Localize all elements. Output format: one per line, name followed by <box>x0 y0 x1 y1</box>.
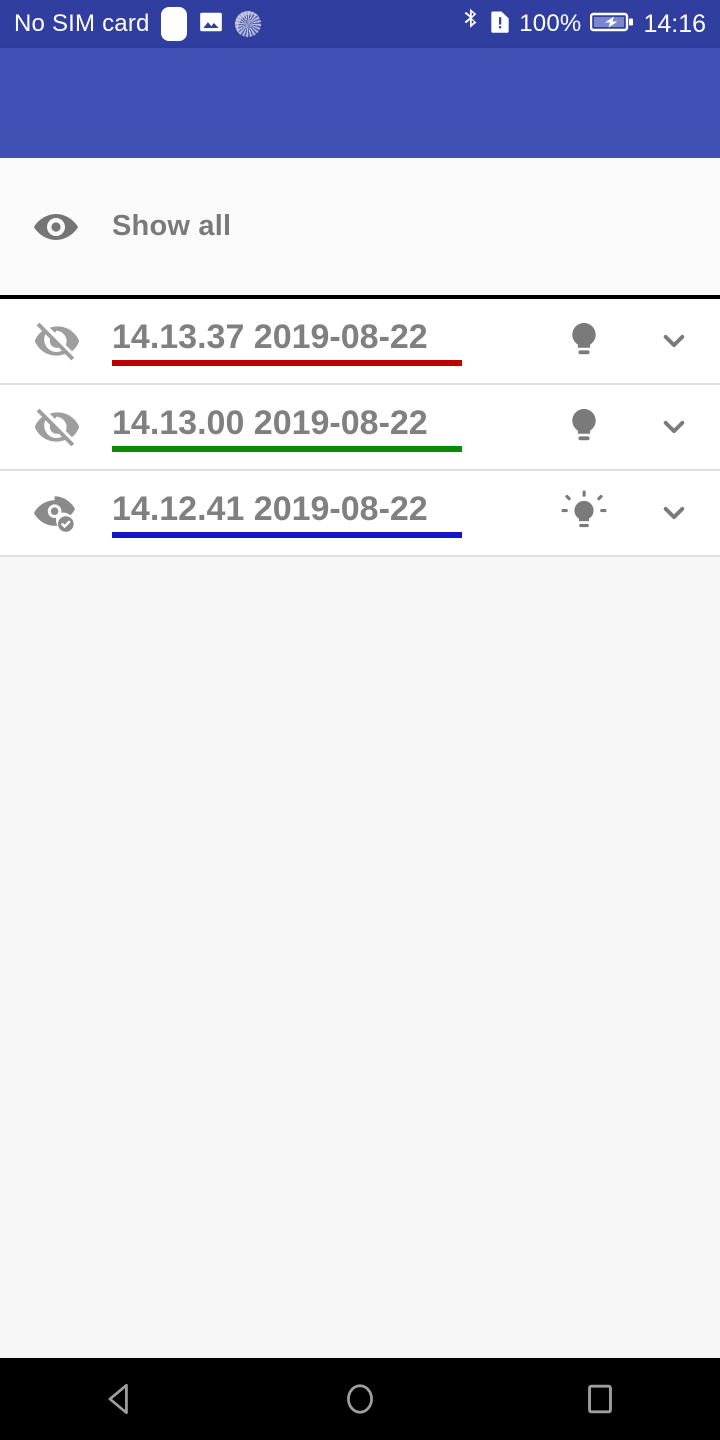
app-bar <box>0 48 720 158</box>
show-all-row[interactable]: Show all <box>0 158 720 295</box>
android-navigation-bar <box>0 1358 720 1440</box>
bluetooth-icon <box>461 8 481 41</box>
empty-content-area <box>0 557 720 1358</box>
phone-screen: No SIM card 100% 14:16 Show all 14.13.37… <box>0 0 720 1440</box>
table-row[interactable]: 14.13.37 2019-08-22 <box>0 299 720 385</box>
home-icon[interactable] <box>240 1377 480 1421</box>
show-all-label: Show all <box>112 210 232 242</box>
row-title: 14.13.00 2019-08-22 <box>112 403 428 442</box>
sim-blank-icon <box>160 7 187 41</box>
lightbulb-off-icon[interactable] <box>540 318 628 364</box>
image-icon <box>198 9 224 40</box>
battery-charging-icon <box>590 10 634 39</box>
eye-icon <box>0 203 112 251</box>
eye-off-icon[interactable] <box>0 317 112 365</box>
lightbulb-on-icon[interactable] <box>540 488 628 538</box>
clock-label: 14:16 <box>643 9 706 38</box>
measurement-list: 14.13.37 2019-08-22 14.13.00 2019-08-22 … <box>0 299 720 557</box>
lightbulb-off-icon[interactable] <box>540 404 628 450</box>
eye-check-icon[interactable] <box>0 489 112 537</box>
table-row[interactable]: 14.13.00 2019-08-22 <box>0 385 720 471</box>
chevron-down-icon[interactable] <box>628 321 720 361</box>
status-bar-left: No SIM card <box>14 7 261 41</box>
status-bar: No SIM card 100% 14:16 <box>0 0 720 48</box>
carrier-label: No SIM card <box>14 10 150 37</box>
row-content: 14.12.41 2019-08-22 <box>112 489 540 538</box>
row-content: 14.13.37 2019-08-22 <box>112 317 540 366</box>
eye-off-icon[interactable] <box>0 403 112 451</box>
row-content: 14.13.00 2019-08-22 <box>112 403 540 452</box>
row-title: 14.12.41 2019-08-22 <box>112 489 428 528</box>
row-color-underline <box>112 445 462 452</box>
table-row[interactable]: 14.12.41 2019-08-22 <box>0 471 720 557</box>
row-title: 14.13.37 2019-08-22 <box>112 317 428 356</box>
row-color-underline <box>112 531 462 538</box>
row-color-underline <box>112 359 462 366</box>
battery-percent-label: 100% <box>519 10 582 37</box>
recents-icon[interactable] <box>480 1377 720 1421</box>
chevron-down-icon[interactable] <box>628 407 720 447</box>
chevron-down-icon[interactable] <box>628 493 720 533</box>
sim-alert-icon <box>490 9 510 40</box>
status-bar-right: 100% 14:16 <box>461 8 706 41</box>
back-icon[interactable] <box>0 1377 240 1421</box>
sync-spinner-icon <box>234 11 261 37</box>
